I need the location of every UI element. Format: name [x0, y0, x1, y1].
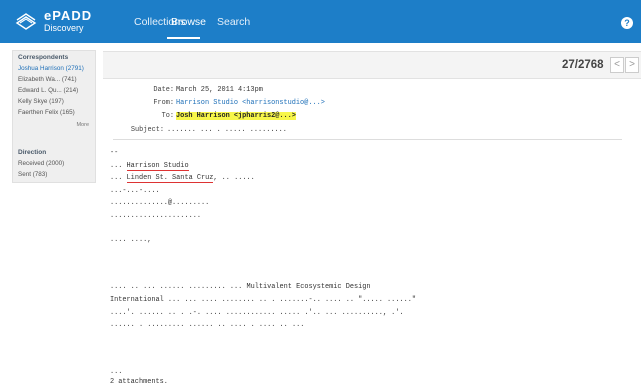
message-counter: 27/2768 [562, 59, 604, 71]
date-value: March 25, 2011 4:13pm [176, 86, 263, 94]
entity-harrison-studio[interactable]: Harrison Studio [126, 162, 189, 171]
attachments-count: 2 attachments. [110, 378, 168, 386]
correspondents-more-link[interactable]: More [76, 122, 89, 128]
help-icon[interactable]: ? [621, 17, 633, 29]
facet-sidebar: Correspondents Joshua Harrison (2791) El… [12, 50, 96, 183]
body-line: .... .. ... ...... ......... ... Multiva… [110, 283, 371, 291]
nav-browse[interactable]: Browse [171, 16, 206, 28]
logo-title: ePADD [44, 7, 93, 23]
body-line: ....'. ...... .. . .-. .... ............… [110, 309, 404, 317]
correspondent-item[interactable]: Elizabeth Wa... (741) [18, 76, 77, 83]
direction-heading: Direction [18, 149, 47, 156]
body-line: ... Linden St. Santa Cruz, .. ..... [110, 174, 255, 183]
correspondent-item[interactable]: Faerthen Felix (165) [18, 109, 75, 116]
body-line: .... ...., [110, 236, 152, 244]
direction-item-received[interactable]: Received (2000) [18, 160, 64, 167]
body-line: ... [110, 368, 123, 376]
to-label: To: [161, 112, 174, 120]
from-value[interactable]: Harrison Studio <harrisonstudio@...> [176, 99, 325, 107]
to-value[interactable]: Josh Harrison <jpharris2@...> [176, 112, 296, 120]
correspondents-heading: Correspondents [18, 54, 69, 61]
direction-item-sent[interactable]: Sent (783) [18, 171, 47, 178]
body-line: ...................... [110, 212, 201, 220]
header-divider [113, 139, 622, 140]
from-label: From: [153, 99, 174, 107]
body-line: ... Harrison Studio [110, 162, 189, 171]
message-header-bar: 27/2768 < > [103, 51, 641, 79]
body-line: ..............@......... [110, 199, 210, 207]
nav-search[interactable]: Search [217, 16, 250, 28]
body-line: ...... . ......... ...... .. .... . ....… [110, 321, 305, 329]
logo-icon [15, 12, 37, 30]
entity-address[interactable]: Linden St. Santa Cruz [126, 174, 214, 183]
body-line: -- [110, 149, 119, 157]
epadd-logo[interactable]: ePADD Discovery [14, 5, 119, 36]
correspondent-item[interactable]: Edward L. Qu... (214) [18, 87, 78, 94]
logo-subtitle: Discovery [44, 22, 84, 33]
body-line: International ... ... .... ........ .. .… [110, 296, 416, 304]
prev-message-button[interactable]: < [610, 57, 624, 73]
subject-label: Subject: [130, 126, 164, 134]
body-line: ...-...-.... [110, 187, 160, 195]
next-message-button[interactable]: > [625, 57, 639, 73]
correspondent-item[interactable]: Joshua Harrison (2791) [18, 65, 84, 72]
subject-value: ....... ... . ..... ......... [167, 126, 287, 134]
top-navbar: ePADD Discovery Collections Browse Searc… [0, 0, 641, 43]
correspondent-item[interactable]: Kelly Skye (197) [18, 98, 64, 105]
date-label: Date: [153, 86, 174, 94]
active-tab-indicator [167, 37, 200, 39]
